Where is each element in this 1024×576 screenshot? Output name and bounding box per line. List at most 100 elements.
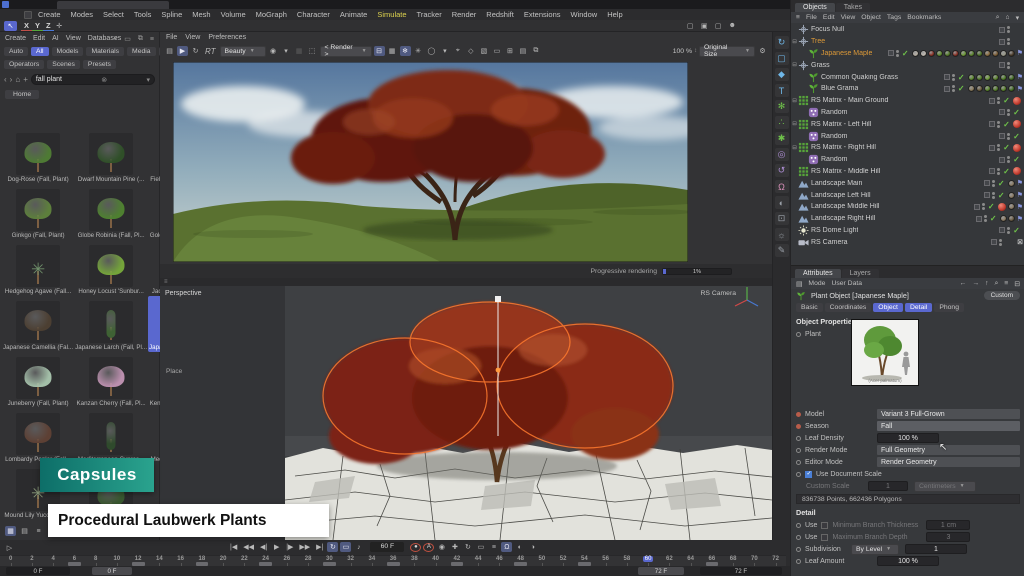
play-range-button[interactable]: ▭ bbox=[340, 542, 351, 552]
attribute-section-tab[interactable]: Basic bbox=[796, 303, 823, 312]
menu-item[interactable]: Volume bbox=[221, 10, 246, 19]
plant-asset[interactable]: Kanzan Cherry (Fall, Pl... bbox=[74, 352, 148, 408]
timeline-tick[interactable]: 70 bbox=[744, 556, 765, 566]
previous-frame-button[interactable]: ◀| bbox=[258, 542, 269, 552]
enabled-check-icon[interactable]: ✓ bbox=[997, 191, 1006, 200]
visibility-dots[interactable] bbox=[1007, 26, 1010, 33]
asset-menu-item[interactable]: Create bbox=[5, 35, 26, 42]
timeline-tick[interactable]: 38 bbox=[404, 556, 425, 566]
object-row[interactable]: RS Dome Light ✓ ⚑ ⊠ bbox=[791, 225, 1024, 237]
object-name[interactable]: RS Matrix - Right Hill bbox=[811, 144, 876, 151]
material-tags[interactable] bbox=[1008, 192, 1015, 199]
plant-asset[interactable]: Globe Robinia (Fall, Pl... bbox=[74, 184, 148, 240]
material-tags[interactable] bbox=[912, 50, 1015, 57]
asset-tab[interactable]: Materials bbox=[86, 47, 124, 56]
menu-item[interactable]: Tools bbox=[134, 10, 152, 19]
cloner-icon[interactable]: ∴ bbox=[775, 116, 789, 129]
object-row[interactable]: Landscape Middle Hill ✓ ⚑ ⊠ bbox=[791, 201, 1024, 213]
region-icon[interactable]: ◯ bbox=[426, 46, 438, 56]
timeline-tick[interactable]: 54 bbox=[574, 556, 595, 566]
layer-toggle[interactable] bbox=[984, 180, 990, 186]
timeline-tick[interactable]: 26 bbox=[276, 556, 297, 566]
max-branch-use-checkbox[interactable] bbox=[821, 534, 828, 541]
clock-icon[interactable]: ◔ bbox=[113, 36, 117, 43]
material-tag-icon[interactable] bbox=[968, 85, 975, 92]
object-name[interactable]: Landscape Right Hill bbox=[811, 215, 875, 222]
visibility-dots[interactable] bbox=[984, 215, 987, 222]
filter-icon[interactable]: ▾ bbox=[146, 76, 150, 84]
document-tab[interactable] bbox=[57, 1, 169, 9]
redshift-object-tag-icon[interactable] bbox=[1013, 167, 1021, 175]
material-tag-icon[interactable] bbox=[984, 74, 991, 81]
material-tag-icon[interactable] bbox=[984, 50, 991, 57]
asset-tab[interactable]: Models bbox=[52, 47, 84, 56]
material-tag-icon[interactable] bbox=[968, 50, 975, 57]
timeline-tick[interactable]: 12 bbox=[128, 556, 149, 566]
object-name[interactable]: Japanese Maple bbox=[821, 50, 872, 57]
visibility-dots[interactable] bbox=[997, 144, 1000, 151]
enabled-check-icon[interactable]: ✓ bbox=[1012, 226, 1021, 235]
phong-tag-icon[interactable]: ⚑ bbox=[1017, 85, 1023, 93]
layer-toggle[interactable] bbox=[989, 98, 995, 104]
phong-tag-icon[interactable]: ⚑ bbox=[1017, 179, 1023, 187]
record-parameter-button[interactable]: ≡ bbox=[488, 542, 499, 552]
layer-toggle[interactable] bbox=[976, 216, 982, 222]
timeline-tick[interactable]: 72 bbox=[765, 556, 786, 566]
visibility-dots[interactable] bbox=[1007, 109, 1010, 116]
enabled-check-icon[interactable]: ✓ bbox=[1012, 155, 1021, 164]
deformer-icon[interactable]: Ω bbox=[775, 180, 789, 193]
layer-toggle[interactable] bbox=[999, 27, 1005, 33]
asset-tab[interactable]: Media bbox=[127, 47, 156, 56]
custom-scale-field[interactable]: 1 bbox=[868, 481, 908, 491]
timeline-tick[interactable]: 10 bbox=[106, 556, 127, 566]
material-tag-icon[interactable] bbox=[1008, 85, 1015, 92]
add-icon[interactable]: + bbox=[23, 75, 28, 84]
material-tags[interactable] bbox=[1000, 215, 1015, 222]
material-tags[interactable] bbox=[968, 85, 1015, 92]
autokey-button[interactable]: A bbox=[423, 543, 434, 552]
list-view-icon[interactable]: ▤ bbox=[19, 526, 30, 536]
object-row[interactable]: ⊟ RS Matrix - Main Ground ✓ ⚑ ⊠ bbox=[791, 95, 1024, 107]
object-name[interactable]: RS Matrix - Left Hill bbox=[811, 121, 871, 128]
material-tags[interactable] bbox=[1008, 180, 1015, 187]
material-tag-icon[interactable] bbox=[1000, 74, 1007, 81]
object-manager-menu-item[interactable]: Object bbox=[861, 14, 881, 21]
attribute-section-tab[interactable]: Coordinates bbox=[825, 303, 872, 312]
min-branch-use-checkbox[interactable] bbox=[821, 522, 828, 529]
timeline-tick[interactable]: 44 bbox=[468, 556, 489, 566]
render-history-icon[interactable]: ▤ bbox=[164, 46, 175, 56]
pixel-grid-icon[interactable]: ▦ bbox=[387, 46, 398, 56]
next-key-button[interactable]: ▶▶ bbox=[297, 542, 312, 552]
object-row[interactable]: Landscape Left Hill ✓ ⚑ ⊠ bbox=[791, 189, 1024, 201]
timeline-tick[interactable]: 18 bbox=[191, 556, 212, 566]
pan-zoom-icon[interactable]: ◇ bbox=[465, 46, 476, 56]
object-name[interactable]: Blue Grama bbox=[821, 85, 858, 92]
zoom-size-dropdown[interactable]: Original Size▼ bbox=[699, 46, 755, 57]
menu-item[interactable]: Help bbox=[607, 10, 622, 19]
plant-asset[interactable]: Lombardy Poplar (Fall... bbox=[2, 408, 74, 464]
search-attributes-icon[interactable]: ⌕ bbox=[995, 280, 999, 288]
object-row[interactable]: Common Quaking Grass ✓ ⚑ ⊠ bbox=[791, 71, 1024, 83]
material-tag-icon[interactable] bbox=[1000, 215, 1007, 222]
render-view-menu-item[interactable]: Preferences bbox=[208, 34, 246, 41]
render-settings-gear-icon[interactable]: ⚙ bbox=[757, 46, 768, 56]
object-row[interactable]: RS Camera ⚑ ⊠ bbox=[791, 236, 1024, 248]
sound-button[interactable]: ♪ bbox=[353, 542, 364, 552]
workplane-tool-icon[interactable]: ↻ bbox=[775, 36, 789, 49]
asset-menu-item[interactable]: View bbox=[66, 35, 81, 42]
object-name[interactable]: Common Quaking Grass bbox=[821, 74, 898, 81]
object-row[interactable]: ⊟ Grass ⚑ ⊠ bbox=[791, 59, 1024, 71]
plant-asset[interactable]: Japanese Camellia (Fal... bbox=[2, 296, 74, 352]
editor-mode-anim-dot[interactable] bbox=[796, 460, 801, 465]
spline-transform-icon[interactable]: ↺ bbox=[775, 164, 789, 177]
object-row[interactable]: ⊟ Tree ⚑ ⊠ bbox=[791, 36, 1024, 48]
phong-tag-icon[interactable]: ⚑ bbox=[1017, 73, 1023, 81]
timeline-tick[interactable]: 14 bbox=[149, 556, 170, 566]
object-name[interactable]: RS Dome Light bbox=[811, 227, 858, 234]
timeline-tick[interactable]: 16 bbox=[170, 556, 191, 566]
leaf-density-field[interactable]: 100 % bbox=[877, 433, 939, 443]
timeline-tick[interactable]: 2 bbox=[21, 556, 42, 566]
menu-item[interactable]: Create bbox=[38, 10, 61, 19]
record-rotation-button[interactable]: ↻ bbox=[462, 542, 473, 552]
play-button[interactable]: ▶ bbox=[271, 542, 282, 552]
